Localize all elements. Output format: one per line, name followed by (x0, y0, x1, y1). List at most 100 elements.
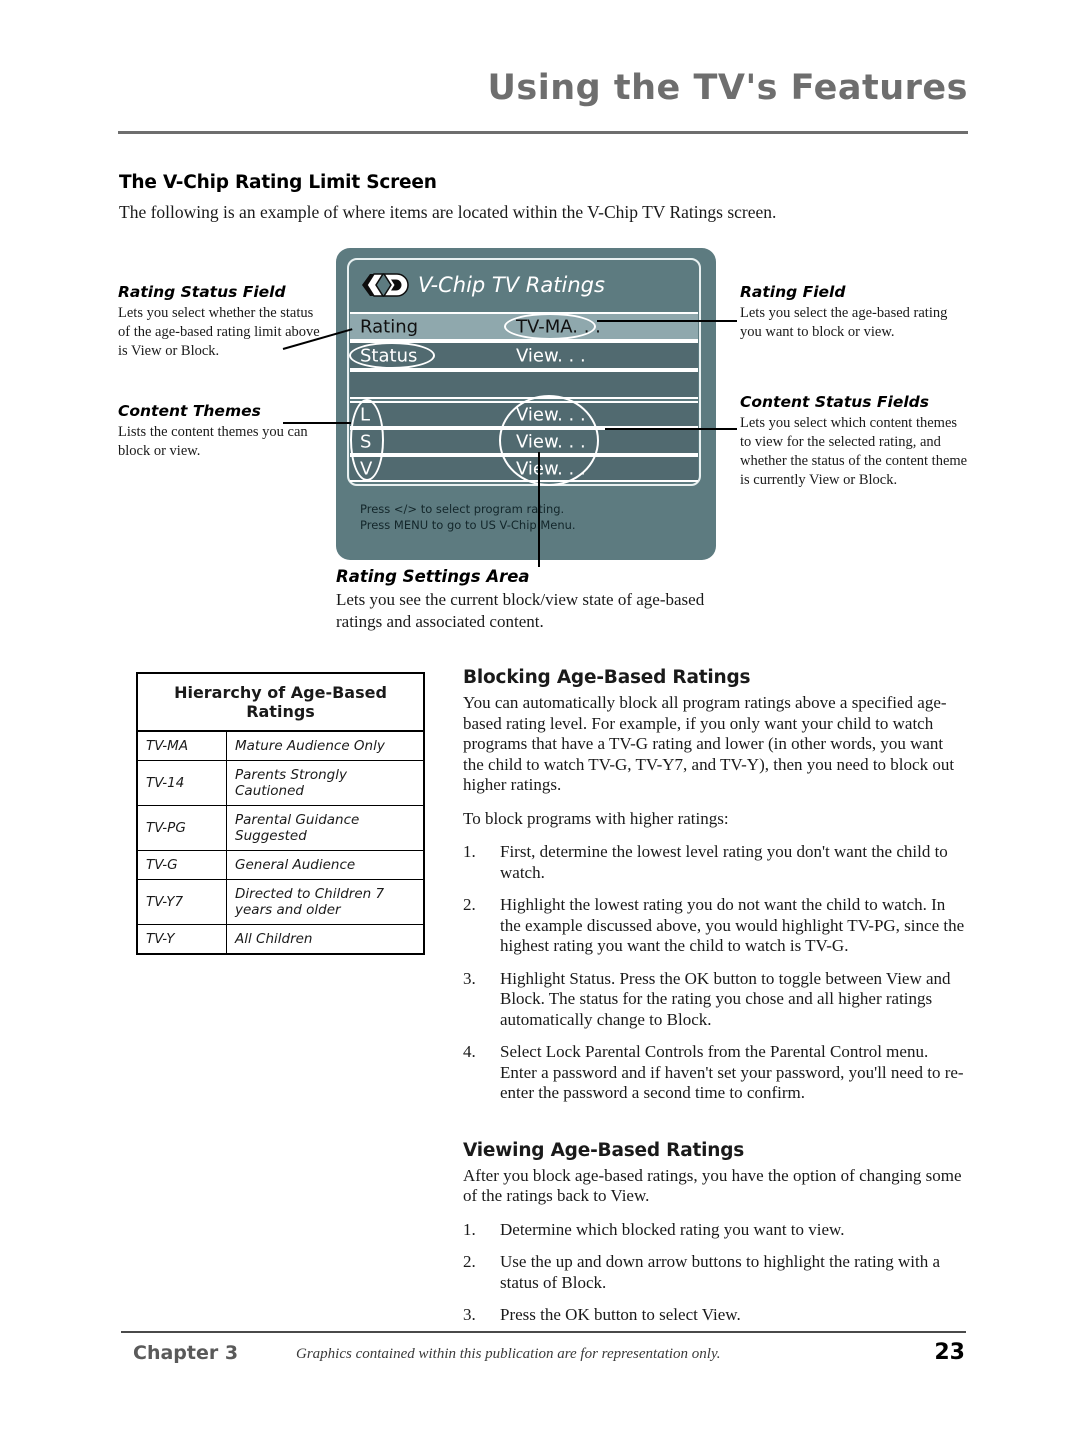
tv-row-language[interactable]: L View. . . (350, 401, 698, 428)
table-row: TV-Y All Children (137, 924, 424, 954)
tv-row-status[interactable]: Status View. . . (350, 341, 698, 370)
rating-description: All Children (226, 924, 424, 954)
footer-divider (121, 1331, 966, 1333)
v-chip-logo-icon (362, 273, 409, 297)
table-row: TV-MA Mature Audience Only (137, 730, 424, 761)
table-header-row: Hierarchy of Age-Based Ratings (137, 673, 424, 732)
table-row: TV-Y7 Directed to Children 7 years and o… (137, 879, 424, 925)
leader-line-rating-settings (538, 452, 540, 567)
hierarchy-of-age-based-ratings-table: Hierarchy of Age-Based Ratings TV-MA Mat… (136, 672, 425, 955)
tv-row-violence[interactable]: V View. . . (350, 455, 698, 482)
vchip-tv-ratings-screen-figure: V-Chip TV Ratings Rating TV-MA. . . Stat… (336, 248, 716, 560)
list-item-text: Use the up and down arrow buttons to hig… (500, 1252, 941, 1292)
tv-row-l-label: L (360, 404, 371, 425)
rating-code: TV-Y (137, 924, 227, 954)
section-intro-paragraph: The following is an example of where ite… (119, 202, 777, 222)
rating-code: TV-G (137, 850, 227, 880)
annotation-rating-status-field: Rating Status Field Lets you select whet… (118, 283, 323, 361)
tv-help-line-1: Press </> to select program rating. (360, 502, 565, 516)
tv-row-v-label: V (360, 458, 373, 479)
annotation-rating-settings-area: Rating Settings Area Lets you see the cu… (336, 567, 736, 633)
viewing-steps-list: 1. Determine which blocked rating you wa… (463, 1220, 968, 1326)
annotation-title: Rating Status Field (118, 283, 286, 301)
tv-row-v-value: View. . . (516, 458, 586, 479)
list-item: 1. Determine which blocked rating you wa… (463, 1220, 968, 1241)
list-item-text: First, determine the lowest level rating… (500, 842, 948, 882)
blocking-paragraph-1: You can automatically block all program … (463, 693, 955, 794)
list-item-number: 4. (463, 1042, 476, 1061)
tv-menu-titlebar: V-Chip TV Ratings (349, 260, 699, 310)
list-item: 2. Highlight the lowest rating you do no… (463, 895, 968, 957)
tv-row-rating-label: Rating (360, 316, 419, 337)
footer-page-number: 23 (934, 1340, 965, 1365)
rating-code: TV-PG (137, 805, 227, 851)
list-item-number: 3. (463, 968, 476, 988)
list-item: 3. Press the OK button to select View. (463, 1305, 968, 1326)
table-row: TV-PG Parental Guidance Suggested (137, 805, 424, 851)
list-item-text: Press the OK button to select View. (500, 1305, 741, 1324)
list-item: 2. Use the up and down arrow buttons to … (463, 1252, 968, 1293)
annotation-body: Lets you select which content themes to … (740, 415, 968, 488)
tv-row-status-value: View. . . (516, 345, 586, 366)
list-item-text: Determine which blocked rating you want … (500, 1219, 845, 1239)
annotation-title: Content Themes (118, 402, 261, 420)
page-header: Using the TV's Features (0, 0, 1080, 145)
section-heading-viewing-age-based-ratings: Viewing Age-Based Ratings (463, 1139, 745, 1161)
annotation-title: Rating Settings Area (336, 567, 530, 586)
list-item: 1. First, determine the lowest level rat… (463, 842, 968, 883)
rating-code: TV-14 (137, 760, 227, 806)
list-item-number: 1. (463, 1219, 476, 1239)
rating-code: TV-Y7 (137, 879, 227, 925)
tv-row-sex[interactable]: S View. . . (350, 428, 698, 455)
rating-description: General Audience (226, 850, 424, 880)
tv-help-line-2: Press MENU to go to US V-Chip Menu. (360, 518, 576, 532)
rating-code: TV-MA (137, 730, 227, 761)
annotation-body: Lets you see the current block/view stat… (336, 590, 705, 631)
right-content-column: Blocking Age-Based Ratings You can autom… (463, 667, 968, 1338)
list-item-text: Highlight the lowest rating you do not w… (500, 895, 965, 955)
list-item-number: 1. (463, 842, 476, 861)
tv-row-s-label: S (360, 431, 372, 452)
leader-line-rating-field (597, 320, 737, 322)
table-title: Hierarchy of Age-Based Ratings (137, 673, 424, 732)
rating-description: Directed to Children 7 years and older (226, 879, 424, 925)
tv-row-rating-value: TV-MA. . . (516, 316, 601, 337)
tv-row-status-label: Status (360, 345, 418, 366)
annotation-title: Rating Field (740, 283, 846, 301)
list-item: 3. Highlight Status. Press the OK button… (463, 969, 968, 1031)
rating-description: Mature Audience Only (226, 730, 424, 761)
rating-description: Parental Guidance Suggested (226, 805, 424, 851)
blocking-paragraph-2: To block programs with higher ratings: (463, 808, 729, 828)
tv-row-l-value: View. . . (516, 404, 586, 425)
page-title: Using the TV's Features (487, 68, 968, 108)
list-item-number: 3. (463, 1305, 476, 1324)
tv-row-spacer (350, 370, 698, 399)
tv-row-s-value: View. . . (516, 431, 586, 452)
annotation-body: Lists the content themes you can block o… (118, 424, 308, 459)
annotation-body: Lets you select whether the status of th… (118, 305, 320, 359)
annotation-rating-field: Rating Field Lets you select the age-bas… (740, 283, 965, 342)
list-item-text: Select Lock Parental Controls from the P… (500, 1042, 964, 1102)
annotation-content-themes: Content Themes Lists the content themes … (118, 402, 308, 461)
rating-description: Parents Strongly Cautioned (226, 760, 424, 806)
tv-menu-title: V-Chip TV Ratings (418, 273, 605, 297)
blocking-steps-list: 1. First, determine the lowest level rat… (463, 842, 968, 1104)
footer-chapter-label: Chapter 3 (133, 1342, 239, 1364)
list-item-number: 2. (463, 895, 476, 914)
annotation-body: Lets you select the age-based rating you… (740, 305, 948, 340)
list-item-number: 2. (463, 1252, 476, 1271)
section-heading-blocking-age-based-ratings: Blocking Age-Based Ratings (463, 667, 751, 688)
annotation-content-status-fields: Content Status Fields Lets you select wh… (740, 393, 968, 490)
annotation-title: Content Status Fields (740, 393, 929, 411)
section-heading-vchip-rating-limit-screen: The V-Chip Rating Limit Screen (119, 172, 437, 193)
table-row: TV-G General Audience (137, 850, 424, 880)
list-item-text: Highlight Status. Press the OK button to… (500, 968, 951, 1029)
tv-row-rating[interactable]: Rating TV-MA. . . (350, 312, 698, 341)
footer-note: Graphics contained within this publicati… (296, 1346, 721, 1362)
list-item: 4. Select Lock Parental Controls from th… (463, 1042, 968, 1104)
leader-line-content-status (605, 428, 737, 430)
tv-help-text: Press </> to select program rating. Pres… (360, 501, 680, 533)
table-row: TV-14 Parents Strongly Cautioned (137, 760, 424, 806)
viewing-paragraph-1: After you block age-based ratings, you h… (463, 1165, 962, 1206)
